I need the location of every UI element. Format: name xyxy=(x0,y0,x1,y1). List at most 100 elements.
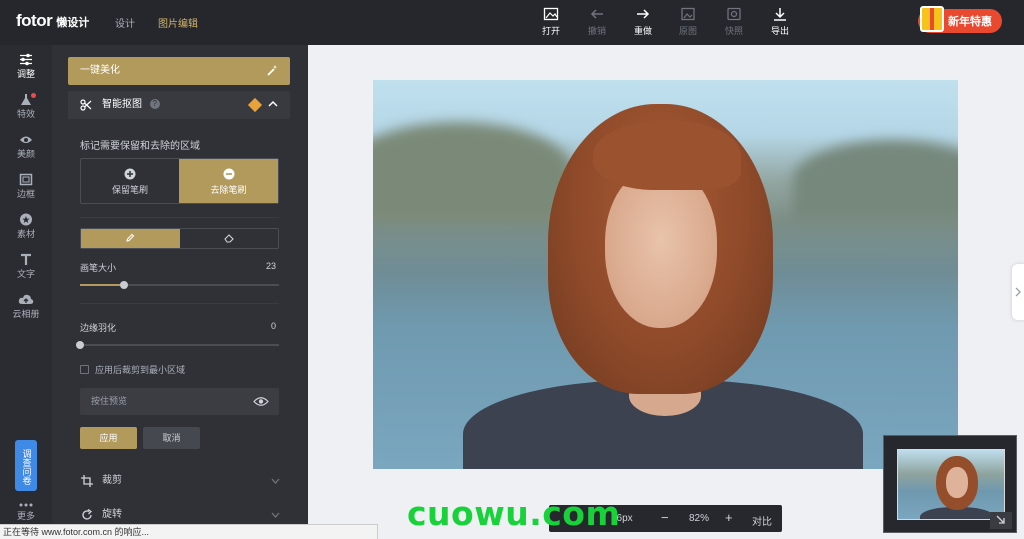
original-button[interactable]: 原图 xyxy=(670,7,706,37)
undo-arrow-icon xyxy=(590,9,603,19)
open-button[interactable]: 打开 xyxy=(533,7,569,37)
download-icon xyxy=(774,8,786,21)
brand-name: fotor xyxy=(16,11,53,30)
new-year-promo-button[interactable]: 新年特惠 xyxy=(918,6,1002,33)
rail-item-more[interactable]: 更多 xyxy=(0,502,52,522)
eye-icon xyxy=(20,136,32,143)
rail-label-beauty: 美颜 xyxy=(16,149,35,159)
rail-item-effects[interactable]: 特效 xyxy=(0,93,52,120)
canvas-photo[interactable] xyxy=(373,80,958,469)
survey-button[interactable]: 调查问卷 xyxy=(15,440,37,491)
feather-slider[interactable] xyxy=(76,341,279,349)
rail-item-material[interactable]: 素材 xyxy=(0,213,52,240)
keep-brush-button[interactable]: 保留笔刷 xyxy=(81,159,179,203)
rail-item-text[interactable]: 文字 xyxy=(0,253,52,280)
zoom-in-button[interactable]: + xyxy=(725,510,733,525)
adjust-panel: 一键美化 智能抠图 ? 标记需要保留和去除的区域 保留笔刷 去除笔刷 画笔大小 … xyxy=(52,45,308,539)
expand-right-panel-button[interactable] xyxy=(1012,264,1024,320)
rail-item-beauty[interactable]: 美颜 xyxy=(0,133,52,160)
background-hill xyxy=(373,122,573,222)
snapshot-label: 快照 xyxy=(724,26,743,36)
zoom-out-button[interactable]: − xyxy=(661,510,669,525)
eye-icon xyxy=(253,397,269,406)
rotate-icon xyxy=(82,509,93,520)
rail-item-adjust[interactable]: 调整 xyxy=(0,53,52,80)
undo-label: 撤销 xyxy=(587,26,606,36)
brand-sub: 懒设计 xyxy=(56,17,90,29)
redo-button[interactable]: 重做 xyxy=(625,7,661,37)
rail-label-effects: 特效 xyxy=(16,109,35,119)
redo-label: 重做 xyxy=(633,26,652,36)
promo-label: 新年特惠 xyxy=(948,16,992,28)
watermark: cuowu.com xyxy=(407,494,621,533)
smart-cutout-header[interactable]: 智能抠图 ? xyxy=(68,91,290,119)
open-label: 打开 xyxy=(541,26,560,36)
original-image-icon xyxy=(681,7,695,21)
more-dots-icon xyxy=(19,503,33,507)
thumbnail-image xyxy=(897,449,1005,520)
compare-button[interactable]: 对比 xyxy=(752,513,772,528)
one-click-beautify-button[interactable]: 一键美化 xyxy=(68,57,290,85)
chevron-down-icon xyxy=(271,512,280,518)
crop-after-apply-checkbox[interactable] xyxy=(80,365,89,374)
brush-size-slider[interactable] xyxy=(80,281,279,289)
minus-circle-icon xyxy=(223,168,234,180)
rotate-label: 旋转 xyxy=(102,509,122,520)
fotor-logo[interactable]: fotor 懒设计 xyxy=(16,11,89,31)
plus-circle-icon xyxy=(124,168,136,180)
collapse-navigator-button[interactable] xyxy=(990,512,1012,529)
rail-label-material: 素材 xyxy=(16,229,35,239)
crop-label: 裁剪 xyxy=(102,475,122,486)
feather-label: 边缘羽化 xyxy=(80,323,117,333)
export-button[interactable]: 导出 xyxy=(762,7,798,37)
pen-eraser-toggle xyxy=(80,228,279,249)
collapse-arrow-icon xyxy=(996,515,1005,524)
mark-hint: 标记需要保留和去除的区域 xyxy=(80,141,200,152)
crop-after-apply-option[interactable]: 应用后裁剪到最小区域 xyxy=(80,363,185,376)
divider xyxy=(80,303,279,304)
text-icon xyxy=(21,253,31,265)
brush-size-label: 画笔大小 xyxy=(80,263,117,273)
rail-label-more: 更多 xyxy=(16,511,35,521)
brush-size-value: 23 xyxy=(265,261,276,271)
remove-brush-button[interactable]: 去除笔刷 xyxy=(179,159,278,203)
background-hill xyxy=(793,140,958,220)
notification-dot xyxy=(31,93,36,98)
feather-handle[interactable] xyxy=(76,341,84,349)
chevron-up-icon[interactable] xyxy=(268,100,278,108)
top-bar: fotor 懒设计 设计 图片编辑 打开 撤销 重做 原图 快照 导出 新年特惠 xyxy=(0,0,1024,45)
gift-icon xyxy=(920,6,944,32)
nav-design[interactable]: 设计 xyxy=(115,15,135,30)
chevron-right-icon xyxy=(1015,287,1021,297)
brush-size-handle[interactable] xyxy=(119,281,128,289)
crop-section[interactable]: 裁剪 xyxy=(68,468,290,494)
snapshot-icon xyxy=(727,7,741,21)
pen-mode-button[interactable] xyxy=(81,229,180,248)
cancel-button[interactable]: 取消 xyxy=(143,427,200,449)
rail-label-cloud: 云相册 xyxy=(12,309,40,319)
feather-value: 0 xyxy=(270,321,276,331)
eraser-mode-button[interactable] xyxy=(180,229,278,248)
hold-to-preview-button[interactable]: 按住预览 xyxy=(80,388,279,415)
apply-button[interactable]: 应用 xyxy=(80,427,137,449)
open-image-icon xyxy=(543,7,559,21)
help-icon[interactable]: ? xyxy=(149,99,160,110)
premium-diamond-icon xyxy=(247,97,263,113)
snapshot-button[interactable]: 快照 xyxy=(716,7,752,37)
nav-photo-edit[interactable]: 图片编辑 xyxy=(158,15,198,30)
brush-type-selector: 保留笔刷 去除笔刷 xyxy=(80,158,279,204)
remove-brush-label: 去除笔刷 xyxy=(210,185,247,195)
undo-button[interactable]: 撤销 xyxy=(579,7,615,37)
eraser-icon xyxy=(224,234,234,243)
brush-size-fill xyxy=(80,284,124,286)
frame-icon xyxy=(19,173,33,186)
export-label: 导出 xyxy=(770,26,789,36)
hold-to-preview-label: 按住预览 xyxy=(91,396,128,406)
left-tool-rail: 调整 特效 美颜 边框 素材 文字 云相册 调查问卷 更多 xyxy=(0,45,52,539)
star-icon xyxy=(20,213,32,226)
magic-wand-icon xyxy=(267,65,277,76)
navigator-thumbnail[interactable] xyxy=(883,435,1017,533)
rail-item-frame[interactable]: 边框 xyxy=(0,173,52,200)
rail-item-cloud[interactable]: 云相册 xyxy=(0,293,52,320)
smart-cutout-title: 智能抠图 xyxy=(102,99,142,110)
